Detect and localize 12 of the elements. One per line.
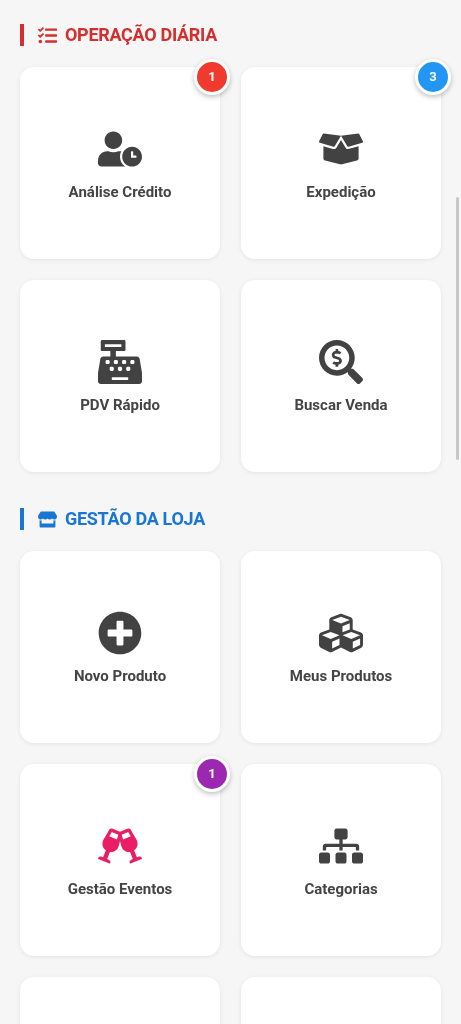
notification-badge: 3 [415,59,451,95]
notification-badge: 1 [194,756,230,792]
section-title: GESTÃO DA LOJA [65,510,205,528]
menu-card[interactable]: Novo Produto [20,551,220,743]
checklist-icon [38,25,57,45]
menu-card[interactable]: Meus Produtos [241,551,441,743]
menu-card[interactable]: PDV Rápido [20,280,220,472]
notification-badge: 1 [194,59,230,95]
section-title: OPERAÇÃO DIÁRIA [65,26,217,44]
store-icon [38,509,57,529]
menu-card[interactable]: Buscar Venda [241,280,441,472]
menu-card[interactable]: Categorias [241,764,441,956]
